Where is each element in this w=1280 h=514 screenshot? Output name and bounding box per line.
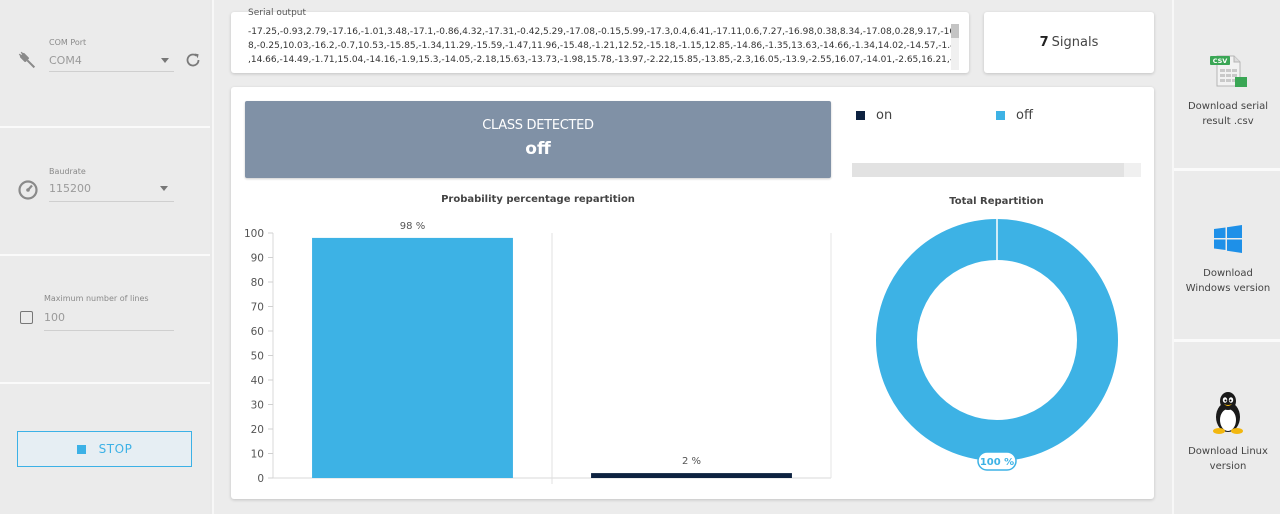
refresh-icon[interactable]: [184, 51, 202, 69]
results-card: CLASS DETECTED off on off Probability pe…: [231, 87, 1154, 499]
stop-icon: [76, 444, 86, 454]
serial-output-scrollbar[interactable]: [951, 24, 959, 70]
y-tick-label: 0: [257, 473, 264, 485]
bar-off: [312, 237, 513, 478]
legend-swatch: [996, 111, 1005, 120]
download-linux-label: Download Linux version: [1174, 444, 1280, 474]
max-lines-label: Maximum number of lines: [44, 294, 149, 303]
download-windows-label: Download Windows version: [1174, 266, 1280, 296]
y-tick-label: 70: [251, 302, 264, 314]
y-tick-label: 90: [251, 253, 264, 265]
download-csv-label: Download serial result .csv: [1174, 99, 1280, 129]
baudrate-section: Baudrate 115200: [0, 128, 210, 256]
bar-on: [591, 473, 792, 478]
label-line: Download Linux: [1188, 446, 1268, 457]
chevron-down-icon[interactable]: [160, 186, 168, 191]
class-detected-banner: CLASS DETECTED off: [245, 101, 831, 178]
label-line: Download serial: [1187, 101, 1269, 112]
windows-logo-icon: [1214, 225, 1242, 253]
y-tick-label: 80: [251, 277, 264, 289]
legend-item-on: on: [856, 108, 892, 123]
label-line: Windows version: [1185, 283, 1271, 294]
serial-line: 8,-0.25,10.03,-16.2,-0.7,10.53,-15.85,-1…: [248, 41, 954, 51]
stop-button-label: STOP: [98, 442, 133, 456]
y-tick-label: 60: [251, 326, 264, 338]
label-line: version: [1209, 461, 1247, 472]
serial-line: -17.25,-0.93,2.79,-17.16,-1.01,3.48,-17.…: [248, 27, 954, 37]
serial-output-text[interactable]: -17.25,-0.93,2.79,-17.16,-1.01,3.48,-17.…: [248, 25, 954, 71]
download-csv-button[interactable]: CSV Download serial result .csv: [1174, 0, 1280, 171]
csv-file-icon: CSV: [1210, 55, 1247, 87]
baudrate-label: Baudrate: [49, 167, 86, 176]
linux-tux-icon: [1213, 392, 1243, 434]
signals-card: 7 Signals: [984, 12, 1154, 73]
bar-data-label: 2 %: [682, 456, 701, 467]
speedometer-icon: [18, 180, 38, 200]
progress-bar-fill: [852, 163, 1124, 177]
csv-badge-text: CSV: [1213, 57, 1228, 65]
downloads-sidebar: CSV Download serial result .csv Download…: [1172, 0, 1280, 514]
stop-section: STOP: [0, 384, 210, 514]
bar-chart-title: Probability percentage repartition: [441, 194, 635, 205]
baudrate-underline: [49, 201, 174, 202]
max-lines-input[interactable]: 100: [44, 311, 65, 324]
donut-slice-off: [876, 219, 1118, 461]
chevron-down-icon[interactable]: [161, 58, 169, 63]
serial-line: ,14.66,-14.49,-1.71,15.04,-14.16,-1.9,15…: [248, 55, 954, 65]
class-detected-title: CLASS DETECTED: [482, 118, 594, 133]
max-lines-underline: [44, 330, 174, 331]
y-tick-label: 20: [251, 424, 264, 436]
max-lines-section: Maximum number of lines 100: [0, 256, 210, 384]
scrollbar-thumb[interactable]: [951, 24, 959, 38]
label-line: Download: [1203, 268, 1253, 279]
settings-sidebar: COM Port COM4 Baudrate 115200 Maximum nu…: [0, 0, 214, 514]
signals-count: 7: [1039, 35, 1049, 50]
com-port-select[interactable]: COM4: [49, 54, 82, 67]
y-tick-label: 100: [244, 228, 264, 240]
stop-button[interactable]: STOP: [17, 431, 192, 467]
signals-label: Signals: [1051, 35, 1099, 50]
bar-data-label: 98 %: [400, 221, 425, 232]
legend-swatch: [856, 111, 865, 120]
max-lines-checkbox[interactable]: [20, 311, 33, 324]
download-windows-button[interactable]: Download Windows version: [1174, 171, 1280, 342]
legend-item-off: off: [996, 108, 1033, 123]
legend-label: off: [1016, 108, 1033, 123]
y-tick-label: 30: [251, 400, 264, 412]
com-port-section: COM Port COM4: [0, 0, 210, 128]
progress-bar: [852, 163, 1141, 177]
download-linux-button[interactable]: Download Linux version: [1174, 342, 1280, 514]
donut-chart-title: Total Repartition: [949, 196, 1044, 207]
baudrate-select[interactable]: 115200: [49, 182, 91, 195]
total-repartition-donut-chart: 100 %: [876, 219, 1118, 471]
label-line: result .csv: [1202, 116, 1254, 127]
usb-plug-icon: [18, 51, 36, 69]
com-port-underline: [49, 71, 174, 72]
legend-label: on: [876, 108, 893, 123]
class-detected-value: off: [525, 139, 551, 159]
y-tick-label: 10: [251, 449, 264, 461]
probability-bar-chart: 0 10 20 30 40 50 60 70 80 90 100 98 % 2 %: [244, 221, 832, 485]
y-tick-label: 50: [251, 351, 264, 363]
donut-data-label: 100 %: [980, 457, 1014, 468]
com-port-label: COM Port: [49, 38, 87, 47]
y-tick-label: 40: [251, 375, 264, 387]
serial-output-card: Serial output -17.25,-0.93,2.79,-17.16,-…: [231, 8, 969, 73]
serial-output-title: Serial output: [248, 8, 307, 18]
